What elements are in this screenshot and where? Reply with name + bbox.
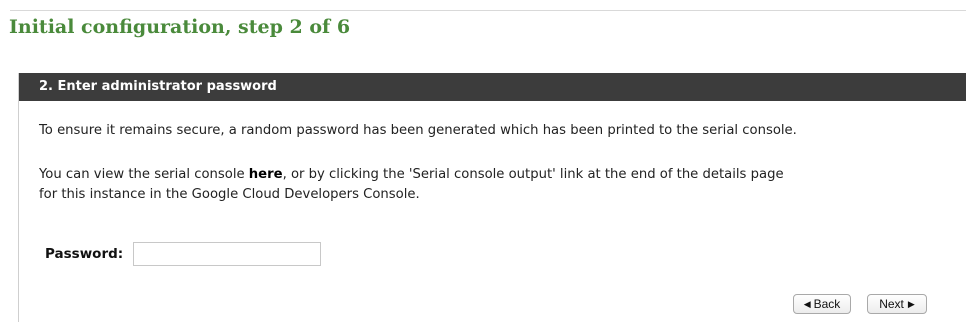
password-input[interactable] xyxy=(133,242,322,266)
info-paragraph: To ensure it remains secure, a random pa… xyxy=(39,123,797,138)
serial-console-text-line2: for this instance in the Google Cloud De… xyxy=(39,187,420,202)
triangle-right-icon: ▶ xyxy=(907,298,915,309)
page-title: Initial configuration, step 2 of 6 xyxy=(9,16,351,38)
serial-console-paragraph: You can view the serial console here, or… xyxy=(39,165,784,205)
serial-console-link[interactable]: here xyxy=(249,167,283,182)
back-button-label: Back xyxy=(813,297,841,311)
top-divider xyxy=(10,10,966,11)
serial-console-text: You can view the serial console xyxy=(39,167,249,182)
config-panel: 2. Enter administrator password To ensur… xyxy=(18,73,966,322)
triangle-left-icon: ◀ xyxy=(803,298,811,309)
password-row: Password: xyxy=(45,240,322,268)
serial-console-text-cont: , or by clicking the 'Serial console out… xyxy=(282,167,784,182)
password-label: Password: xyxy=(45,246,124,262)
next-button-label: Next xyxy=(879,297,904,311)
section-header: 2. Enter administrator password xyxy=(19,73,966,101)
back-button[interactable]: ◀ Back xyxy=(793,294,851,314)
page: Initial configuration, step 2 of 6 2. En… xyxy=(0,0,966,322)
next-button[interactable]: Next ▶ xyxy=(867,294,927,314)
